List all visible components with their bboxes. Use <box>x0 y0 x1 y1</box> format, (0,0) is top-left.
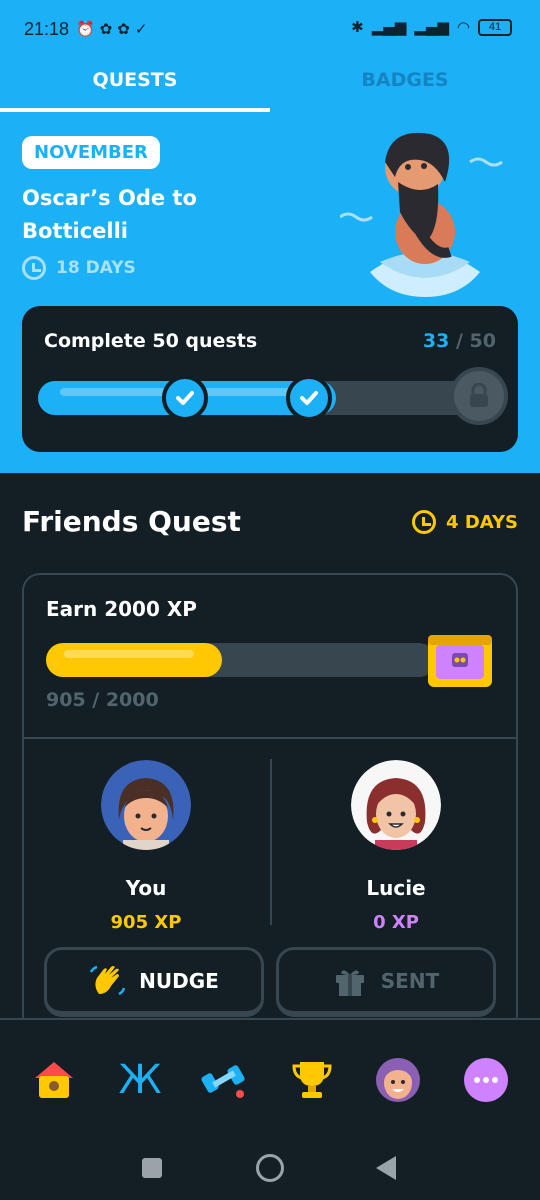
waving-hand-icon <box>90 965 126 995</box>
member-xp: 905 XP <box>110 912 182 933</box>
oscar-illustration <box>340 132 503 297</box>
status-bar: 21:18 ⏰✿✿✓ ✱ ▂▄▆ ▂▄▆ ◠ 41 <box>0 0 540 60</box>
member-xp: 0 XP <box>373 912 419 933</box>
friends-quest-days-left: 4 DAYS <box>446 511 518 533</box>
bluetooth-icon: ✱ <box>351 18 364 36</box>
sent-label: SENT <box>380 968 440 993</box>
friends-quest-progress-text: 905 / 2000 <box>46 689 159 711</box>
treasure-chest-icon <box>428 635 492 687</box>
member-you[interactable]: You 905 XP <box>46 760 246 933</box>
member-name: Lucie <box>366 876 426 900</box>
divider <box>270 759 272 925</box>
more-icon[interactable] <box>462 1056 510 1104</box>
friends-quest-card: Earn 2000 XP 905 / 2000 You 905 XP Lucie… <box>22 573 518 1033</box>
monthly-progress-count: 33 / 50 <box>423 330 496 352</box>
nudge-label: NUDGE <box>139 968 219 993</box>
home-button-icon[interactable] <box>256 1154 284 1182</box>
monthly-challenge: NOVEMBER Oscar’s Ode to Botticelli 18 DA… <box>0 112 540 473</box>
tab-quests[interactable]: QUESTS <box>0 60 270 112</box>
divider <box>24 737 516 739</box>
leaderboard-trophy-icon[interactable] <box>288 1056 336 1104</box>
monthly-quest-title: Oscar’s Ode to Botticelli <box>22 186 197 243</box>
bottom-navigation: Ж <box>0 1018 540 1134</box>
status-time: 21:18 <box>24 19 70 39</box>
signal-icon-2: ▂▄▆ <box>414 18 449 36</box>
friends-quest-goal: Earn 2000 XP <box>46 597 197 621</box>
monthly-days-left: 18 DAYS <box>56 258 136 278</box>
profile-icon[interactable] <box>374 1056 422 1104</box>
nudge-button[interactable]: NUDGE <box>44 947 264 1017</box>
letters-icon[interactable]: Ж <box>116 1056 164 1104</box>
battery-icon: 41 <box>478 18 512 36</box>
member-name: You <box>125 876 167 900</box>
signal-icon: ▂▄▆ <box>371 18 407 36</box>
avatar <box>351 760 441 854</box>
friends-quest-progress-bar <box>46 643 436 677</box>
clock-icon <box>412 510 437 534</box>
clock-icon <box>22 256 46 280</box>
home-icon[interactable] <box>30 1056 78 1104</box>
avatar <box>101 760 191 854</box>
wifi-icon: ◠ <box>456 18 470 36</box>
practice-icon[interactable] <box>200 1056 248 1104</box>
lock-icon <box>450 367 508 425</box>
checkpoint-check-icon-2 <box>286 375 332 421</box>
notification-icons: ⏰✿✿✓ <box>76 20 153 38</box>
tab-badges[interactable]: BADGES <box>270 60 540 112</box>
monthly-progress-card: Complete 50 quests 33 / 50 <box>22 306 518 452</box>
friends-quest-title: Friends Quest <box>22 505 241 538</box>
sent-button[interactable]: SENT <box>276 947 496 1017</box>
month-badge: NOVEMBER <box>22 136 160 169</box>
monthly-progress-current: 33 <box>422 330 450 352</box>
recents-icon[interactable] <box>142 1158 162 1178</box>
back-icon[interactable] <box>376 1156 396 1180</box>
monthly-challenge-label: Complete 50 quests <box>44 330 258 352</box>
tab-bar: QUESTS BADGES <box>0 60 540 112</box>
system-navigation-bar <box>0 1134 540 1200</box>
checkpoint-check-icon <box>162 375 208 421</box>
gift-icon <box>335 969 364 996</box>
monthly-progress-bar <box>38 367 508 425</box>
friends-quest-progress-fill <box>46 643 223 677</box>
member-lucie[interactable]: Lucie 0 XP <box>296 760 496 933</box>
monthly-progress-total: / 50 <box>456 330 496 352</box>
